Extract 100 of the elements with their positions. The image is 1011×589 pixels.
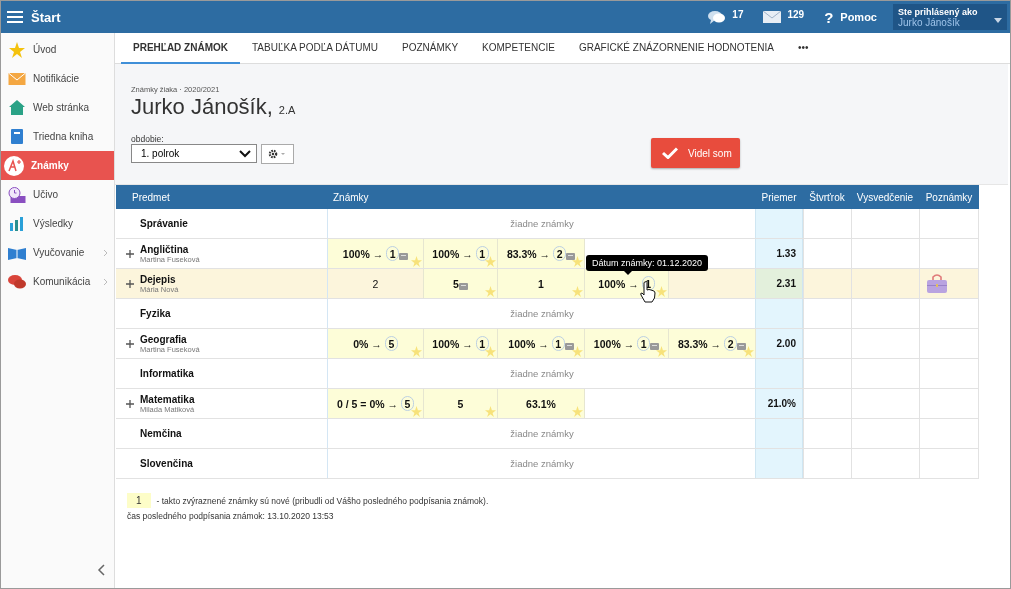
star-icon	[743, 346, 754, 357]
user-name: Jurko Jánošík	[898, 17, 960, 28]
grade-icon	[4, 155, 24, 176]
star-icon	[656, 286, 667, 297]
sidebar-item[interactable]: Úvod	[1, 35, 114, 64]
comment-icon	[458, 283, 468, 290]
grade-cell[interactable]: 5	[424, 269, 498, 298]
grade-cell[interactable]: 100% → 1	[585, 329, 669, 358]
grade-cell[interactable]: 83.3% → 2	[498, 239, 585, 268]
mail-icon[interactable]	[763, 11, 782, 23]
star-icon	[485, 286, 496, 297]
menu-icon[interactable]	[7, 11, 23, 23]
signed-time: čas posledného podpísania známok: 13.10.2020 13:53	[127, 511, 335, 521]
comment-icon	[737, 343, 747, 350]
comment-icon	[399, 253, 409, 260]
sidebar-item[interactable]: Učivo	[1, 180, 114, 209]
empty-text: žiadne známky	[509, 308, 575, 319]
sidebar-item[interactable]: Notifikácie	[1, 64, 114, 93]
comment-icon	[650, 343, 660, 350]
collapse-icon[interactable]	[97, 564, 105, 576]
average-cell	[755, 419, 803, 448]
star-icon	[411, 406, 422, 417]
grade-cell[interactable]: 100% → 1	[424, 239, 498, 268]
sidebar-item[interactable]: Web stránka	[1, 93, 114, 122]
grade-cell[interactable]: 1	[498, 269, 585, 298]
bag-icon[interactable]	[927, 274, 947, 293]
grade-cell[interactable]: 0 / 5 = 0% → 5	[328, 389, 424, 418]
sidebar-item[interactable]: Vyučovanie	[1, 238, 114, 267]
student-name: Jurko Jánošík,	[131, 94, 273, 120]
empty-text: žiadne známky	[509, 218, 575, 229]
average-cell: 2.31	[755, 269, 803, 298]
subject-name: Slovenčina	[140, 458, 193, 469]
star-icon	[411, 346, 422, 357]
help-icon[interactable]: ?	[824, 8, 834, 26]
expand-icon[interactable]	[126, 399, 134, 408]
gear-icon	[267, 149, 288, 159]
subject-name: Fyzika	[140, 308, 171, 319]
average-cell	[755, 209, 803, 238]
grade-cell[interactable]: 100% → 1	[424, 329, 498, 358]
star-icon	[411, 256, 422, 267]
confirm-button[interactable]: Videl som	[651, 138, 740, 168]
expand-icon[interactable]	[126, 279, 134, 288]
grade-cell[interactable]: 63.1%	[498, 389, 585, 418]
empty-text: žiadne známky	[509, 458, 575, 469]
bar-chart-icon	[8, 216, 26, 231]
subject-name: Nemčina	[140, 428, 182, 439]
grade-cell[interactable]: 5	[424, 389, 498, 418]
star-icon	[656, 346, 667, 357]
subject-name: Dejepis	[140, 273, 177, 285]
average-cell	[755, 449, 803, 478]
chevron-down-icon	[239, 149, 251, 158]
grade-cell[interactable]: 100% → 1	[498, 329, 585, 358]
subject-name: Geografia	[140, 333, 188, 345]
subject-name: Informatika	[140, 368, 194, 379]
subject-name: Angličtina	[140, 243, 190, 255]
tab[interactable]: KOMPETENCIE	[470, 33, 567, 64]
chat-icon[interactable]	[708, 10, 727, 24]
period-select[interactable]: 1. polrok	[131, 144, 257, 163]
star-icon	[485, 256, 496, 267]
subject-name: Správanie	[140, 218, 188, 229]
star-icon	[572, 286, 583, 297]
open-book-icon	[8, 245, 26, 260]
star-icon	[8, 41, 26, 58]
star-icon	[485, 346, 496, 357]
grade-cell[interactable]: 100% → 1	[328, 239, 424, 268]
tab[interactable]: GRAFICKÉ ZNÁZORNENIE HODNOTENIA	[566, 33, 786, 64]
empty-text: žiadne známky	[509, 428, 575, 439]
sidebar-item[interactable]: Komunikácia	[1, 267, 114, 296]
expand-icon[interactable]	[126, 339, 134, 348]
check-icon	[662, 147, 678, 159]
column-header: Poznámky	[924, 190, 974, 205]
tab[interactable]: POZNÁMKY	[389, 33, 471, 64]
user-label: Ste prihlásený ako	[898, 7, 979, 17]
settings-button[interactable]	[261, 144, 294, 164]
sidebar-item[interactable]: Triedna kniha	[1, 122, 114, 151]
star-icon	[572, 346, 583, 357]
house-icon	[8, 100, 26, 115]
sidebar-item[interactable]: Výsledky	[1, 209, 114, 238]
legend-text: - takto zvýraznené známky sú nové (pribudli od Vášho posledného podpísania známok).	[156, 495, 489, 506]
sidebar-item[interactable]: Známky	[1, 151, 114, 180]
grade-cell[interactable]: 0% → 5	[328, 329, 424, 358]
comment-icon	[566, 253, 576, 260]
class-label: 2.A	[278, 104, 296, 116]
column-header: Predmet	[131, 190, 171, 205]
help-link[interactable]: Pomoc	[840, 11, 877, 23]
column-header: Známky	[332, 190, 370, 205]
empty-text: žiadne známky	[509, 368, 575, 379]
user-menu[interactable]: Ste prihlásený ako Jurko Jánošík	[893, 4, 1007, 30]
envelope-icon	[8, 72, 26, 85]
page-title: Štart	[31, 9, 61, 25]
average-cell: 1.33	[755, 239, 803, 268]
grade-cell[interactable]: 83.3% → 2	[669, 329, 756, 358]
expand-icon[interactable]	[126, 249, 134, 258]
column-header: Štvrťrok	[808, 190, 846, 205]
tab[interactable]: TABUĽKA PODĽA DÁTUMU	[240, 33, 390, 64]
tab[interactable]: •••	[785, 33, 821, 64]
average-cell	[755, 359, 803, 388]
clock-icon	[8, 186, 26, 203]
star-icon	[572, 256, 583, 267]
comment-icon	[564, 343, 574, 350]
